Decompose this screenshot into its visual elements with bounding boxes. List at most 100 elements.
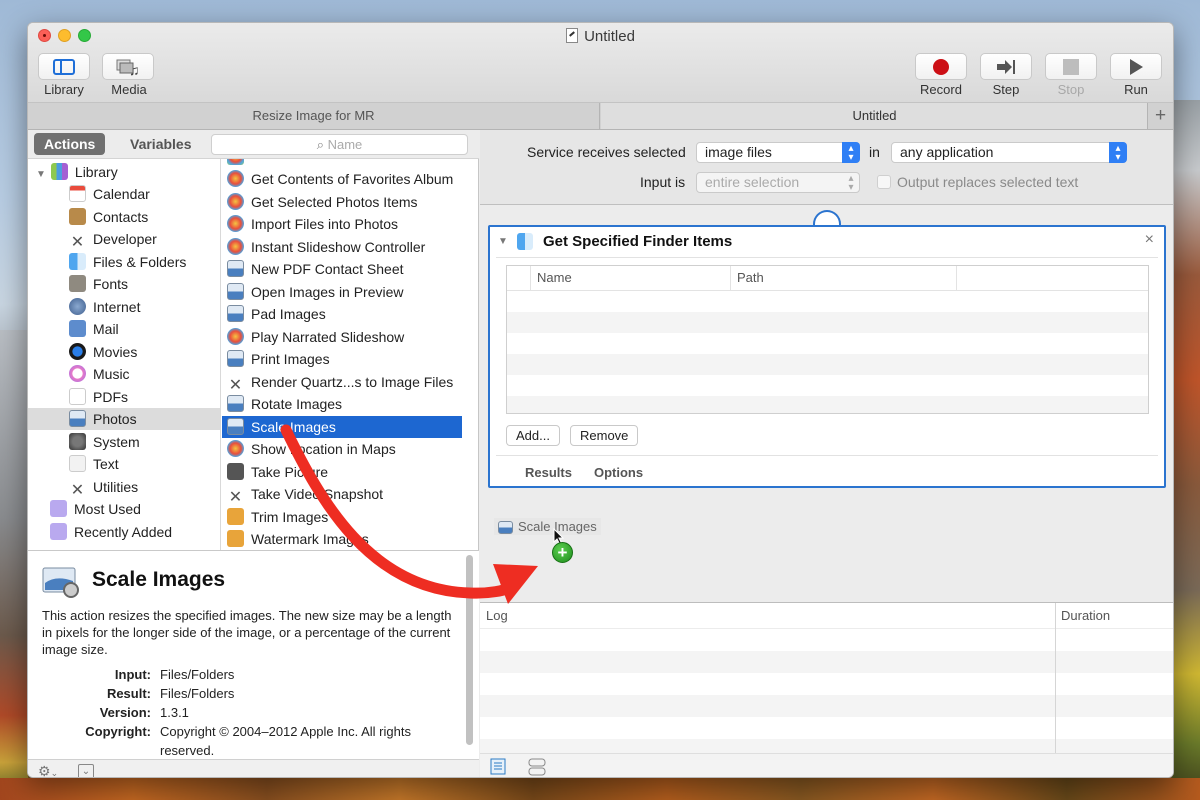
service-receives-label: Service receives selected [527, 144, 686, 160]
column-divider [1055, 603, 1056, 753]
action-item-get-contents-of-favorites-album[interactable]: Get Contents of Favorites Album [222, 168, 462, 190]
remove-action-button[interactable]: × [1145, 231, 1154, 249]
remove-button[interactable]: Remove [570, 425, 639, 446]
collapse-triangle-icon[interactable]: ▼ [498, 236, 508, 247]
tab-resize-image-for-mr[interactable]: Resize Image for MR [28, 103, 600, 129]
options-tab[interactable]: Options [594, 465, 643, 480]
column-header-path[interactable]: Path [730, 266, 956, 291]
log-row [480, 651, 1173, 673]
action-item-import-files-into-photos[interactable]: Import Files into Photos [222, 213, 462, 235]
library-category-utilities[interactable]: ✕ Utilities [28, 476, 220, 499]
library-category-movies[interactable]: Movies [28, 341, 220, 363]
smart-group-most-used[interactable]: Most Used [28, 498, 220, 520]
input-is-popup[interactable]: entire selection ▴ ▾ [696, 172, 860, 193]
smart-group-recently-added[interactable]: Recently Added [28, 521, 220, 543]
library-category-calendar[interactable]: Calendar [28, 183, 220, 205]
pdf-icon [69, 387, 86, 405]
action-label: Import Files into Photos [251, 216, 399, 232]
description-toggle-icon[interactable]: ⌄ [78, 764, 94, 777]
smart-group-label: Recently Added [74, 523, 173, 540]
library-category-pdfs[interactable]: PDFs [28, 386, 220, 408]
results-tab[interactable]: Results [525, 465, 572, 480]
new-tab-button[interactable]: + [1147, 103, 1173, 129]
action-label: Play Narrated Slideshow [251, 328, 405, 345]
log-row [480, 739, 1173, 753]
library-category-photos[interactable]: Photos [28, 408, 220, 430]
action-label: Get Selected Photos Items [251, 193, 418, 210]
run-button[interactable] [1110, 53, 1162, 80]
library-category-text[interactable]: Text [28, 453, 220, 475]
gear-icon[interactable]: ⚙⌄ [38, 763, 58, 777]
action-item-rotate-images[interactable]: Rotate Images [222, 393, 462, 415]
library-category-fonts[interactable]: Fonts [28, 273, 220, 295]
action-item-play-narrated-slideshow[interactable]: Play Narrated Slideshow [222, 326, 462, 348]
desktop-wallpaper-left [0, 330, 28, 800]
action-item-get-selected-photos-items[interactable]: Get Selected Photos Items [222, 191, 462, 213]
action-item-take-picture[interactable]: Take Picture [222, 461, 462, 483]
action-item-show-location-in-maps[interactable]: Show Location in Maps [222, 438, 462, 460]
action-label: Show Location in Maps [251, 441, 396, 457]
step-button[interactable] [980, 53, 1032, 80]
tab-untitled[interactable]: Untitled [601, 103, 1148, 129]
duration-column-header[interactable]: Duration [1061, 608, 1110, 623]
library-category-music[interactable]: Music [28, 363, 220, 385]
action-item-pad-images[interactable]: Pad Images [222, 303, 462, 325]
record-button[interactable] [915, 53, 967, 80]
add-button[interactable]: Add... [506, 425, 560, 446]
action-label: New PDF Contact Sheet [251, 261, 404, 277]
disclosure-triangle-icon[interactable]: ▼ [36, 169, 46, 180]
action-item-instant-slideshow-controller[interactable]: Instant Slideshow Controller [222, 236, 462, 258]
action-item-print-images[interactable]: Print Images [222, 348, 462, 370]
media-toolbar-button[interactable]: ♫ [102, 53, 154, 80]
library-toolbar-button[interactable] [38, 53, 90, 80]
actions-segment[interactable]: Actions [34, 133, 106, 155]
application-popup[interactable]: any application ▴ ▾ [891, 142, 1127, 163]
table-row[interactable] [507, 312, 1148, 333]
system-icon [69, 432, 86, 450]
document-tabs: Resize Image for MR Untitled + [28, 103, 1173, 130]
split-view-icon[interactable] [528, 758, 546, 776]
action-item-new-pdf-contact-sheet[interactable]: New PDF Contact Sheet [222, 258, 462, 280]
workflow-area: Service receives selected image files ▴ ▾ … [480, 130, 1173, 777]
column-header-name[interactable]: Name [530, 266, 730, 291]
svg-text:♫: ♫ [129, 62, 140, 76]
action-label: Trim Images [251, 508, 329, 525]
description-scrollbar[interactable] [466, 555, 473, 745]
table-row[interactable] [507, 396, 1148, 413]
category-label: Internet [93, 298, 141, 315]
library-category-mail[interactable]: Mail [28, 318, 220, 340]
library-category-internet[interactable]: Internet [28, 296, 220, 318]
action-item-take-video-snapshot[interactable]: ✕ Take Video Snapshot [222, 483, 462, 506]
preview-icon [227, 417, 244, 435]
smart-group-label: Most Used [74, 501, 141, 517]
finder-items-table[interactable]: Name Path [506, 265, 1149, 414]
column-header-empty [956, 266, 1148, 291]
library-root[interactable]: ▼ Library [28, 161, 220, 183]
action-item-partial[interactable] [222, 159, 462, 168]
library-category-files-folders[interactable]: Files & Folders [28, 251, 220, 273]
library-category-developer[interactable]: ✕ Developer [28, 228, 220, 251]
log-column-header[interactable]: Log [486, 608, 508, 623]
action-label: Take Video Snapshot [251, 486, 384, 502]
stop-button[interactable] [1045, 53, 1097, 80]
action-item-watermark-images[interactable]: Watermark Images [222, 528, 462, 550]
action-search-input[interactable]: ⌕ Name [211, 134, 468, 155]
action-get-specified-finder-items[interactable]: ▼ Get Specified Finder Items × Name Path… [488, 225, 1166, 488]
list-view-icon[interactable] [490, 758, 506, 775]
action-item-scale-images[interactable]: Scale Images [222, 415, 462, 438]
variables-segment[interactable]: Variables [120, 133, 202, 155]
action-label: Open Images in Preview [251, 283, 404, 300]
action-item-open-images-in-preview[interactable]: Open Images in Preview [222, 281, 462, 303]
run-label: Run [1124, 82, 1148, 97]
meta-key: Version: [99, 705, 151, 720]
action-item-trim-images[interactable]: Trim Images [222, 506, 462, 528]
library-category-system[interactable]: System [28, 431, 220, 453]
library-category-contacts[interactable]: Contacts [28, 206, 220, 228]
action-label: Rotate Images [251, 396, 343, 412]
contacts-icon [69, 207, 86, 225]
service-input-type-popup[interactable]: image files ▴ ▾ [696, 142, 860, 163]
output-replaces-checkbox[interactable] [877, 175, 891, 189]
popup-arrows-icon: ▴ ▾ [1109, 142, 1127, 163]
table-row[interactable] [507, 354, 1148, 375]
action-item-render-quartz-s-to-image-files[interactable]: ✕ Render Quartz...s to Image Files [222, 371, 462, 394]
